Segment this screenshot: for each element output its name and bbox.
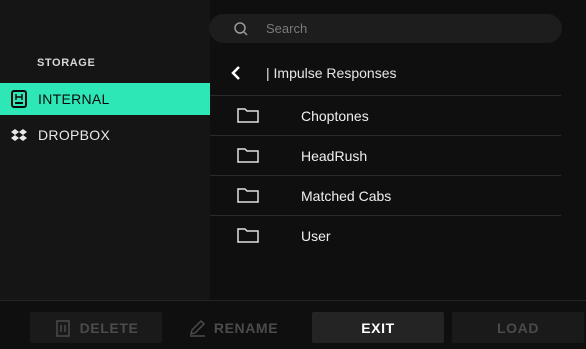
search-icon [232, 20, 250, 38]
folder-row-user[interactable]: User [210, 215, 561, 255]
folder-row-matched-cabs[interactable]: Matched Cabs [210, 175, 561, 215]
exit-button[interactable]: EXIT [312, 312, 444, 343]
current-folder-title: | Impulse Responses [266, 65, 397, 81]
folder-name: User [301, 227, 331, 244]
storage-title: STORAGE [37, 57, 96, 69]
load-button[interactable]: LOAD [452, 312, 584, 343]
rename-button[interactable]: RENAME [171, 312, 295, 343]
exit-label: EXIT [361, 319, 395, 336]
folder-row-headrush[interactable]: HeadRush [210, 135, 561, 175]
folder-icon [237, 187, 259, 203]
folder-name: Matched Cabs [301, 187, 392, 204]
breadcrumb: | Impulse Responses [228, 63, 396, 83]
back-chevron-icon[interactable] [228, 64, 246, 82]
load-label: LOAD [496, 319, 540, 336]
search-input[interactable] [264, 20, 548, 37]
delete-button[interactable]: DELETE [30, 312, 162, 343]
folder-list: Choptones HeadRush Matched Cabs User [210, 95, 561, 255]
folder-name: Choptones [301, 107, 369, 124]
file-browser-screen: STORAGE INTERNAL DROPBOX Search | Impuls… [0, 0, 586, 349]
rename-label: RENAME [213, 319, 279, 336]
sidebar-item-internal[interactable]: INTERNAL [0, 83, 210, 115]
folder-icon [237, 227, 259, 243]
trash-icon [54, 319, 72, 337]
search-bar[interactable] [209, 14, 562, 43]
storage-sidebar: STORAGE INTERNAL DROPBOX [0, 0, 210, 300]
folder-row-choptones[interactable]: Choptones [210, 95, 561, 135]
folder-icon [237, 147, 259, 163]
sidebar-item-label: DROPBOX [38, 127, 111, 143]
bottom-divider [0, 300, 586, 301]
sidebar-item-dropbox[interactable]: DROPBOX [0, 119, 210, 151]
folder-icon [237, 107, 259, 123]
headrush-icon [10, 90, 28, 108]
folder-name: HeadRush [301, 147, 368, 164]
delete-label: DELETE [79, 319, 139, 336]
pencil-icon [188, 319, 206, 337]
dropbox-icon [10, 126, 28, 144]
sidebar-item-label: INTERNAL [38, 91, 110, 107]
